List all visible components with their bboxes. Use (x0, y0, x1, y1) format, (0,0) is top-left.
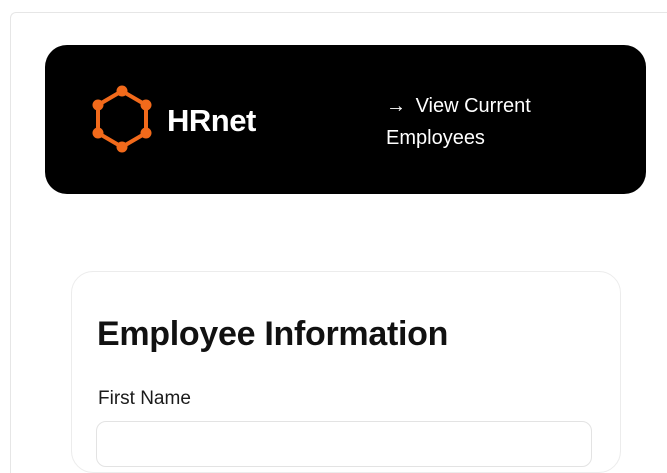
view-current-employees-label: View Current Employees (386, 95, 531, 149)
first-name-input[interactable] (96, 421, 592, 467)
view-current-employees-link[interactable]: → View Current Employees (386, 90, 616, 154)
brand-name: HRnet (167, 103, 256, 138)
hrnet-logo-icon (88, 83, 156, 155)
arrow-right-icon: → (386, 95, 406, 117)
first-name-label: First Name (98, 388, 191, 409)
form-title: Employee Information (97, 315, 449, 353)
